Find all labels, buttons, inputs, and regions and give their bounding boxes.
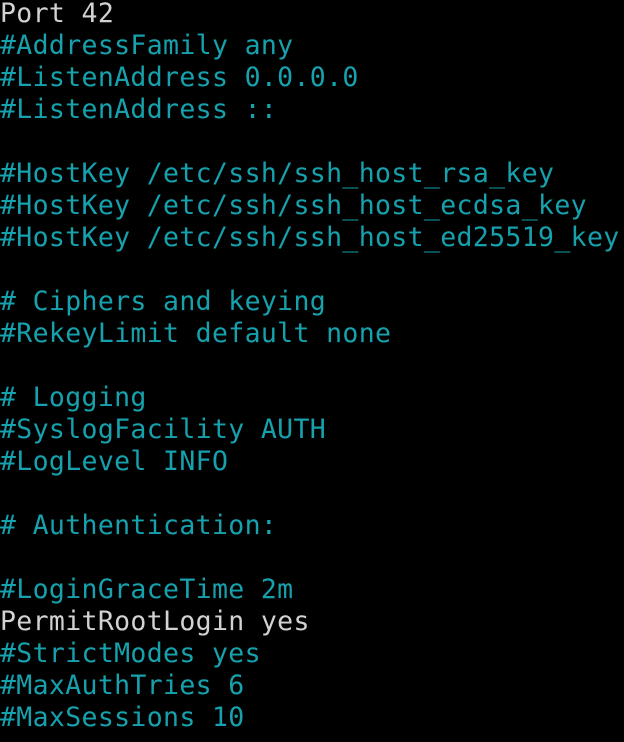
config-line-address-family: #AddressFamily any: [0, 30, 294, 61]
config-line-login-grace-time: #LoginGraceTime 2m: [0, 574, 294, 605]
config-line-rekey-limit: #RekeyLimit default none: [0, 318, 392, 349]
config-line-hostkey-rsa: #HostKey /etc/ssh/ssh_host_rsa_key: [0, 158, 555, 189]
config-line-max-auth-tries: #MaxAuthTries 6: [0, 670, 245, 701]
config-line-hostkey-ecdsa: #HostKey /etc/ssh/ssh_host_ecdsa_key: [0, 190, 587, 221]
config-section-logging: # Logging: [0, 382, 147, 413]
config-line-syslog-facility: #SyslogFacility AUTH: [0, 414, 327, 445]
terminal-screen[interactable]: Port 42 #AddressFamily any #ListenAddres…: [0, 0, 624, 742]
config-line-max-sessions: #MaxSessions 10: [0, 702, 245, 733]
config-line-strict-modes: #StrictModes yes: [0, 638, 261, 669]
config-line-permit-root-login: PermitRootLogin yes: [0, 606, 310, 637]
config-line-port: Port 42: [0, 0, 115, 29]
config-section-ciphers: # Ciphers and keying: [0, 286, 327, 317]
config-line-listen-address-ipv6: #ListenAddress ::: [0, 94, 278, 125]
config-line-listen-address-ipv4: #ListenAddress 0.0.0.0: [0, 62, 359, 93]
config-section-authentication: # Authentication:: [0, 510, 278, 541]
config-line-hostkey-ed25519: #HostKey /etc/ssh/ssh_host_ed25519_key: [0, 222, 620, 253]
config-line-log-level: #LogLevel INFO: [0, 446, 229, 477]
